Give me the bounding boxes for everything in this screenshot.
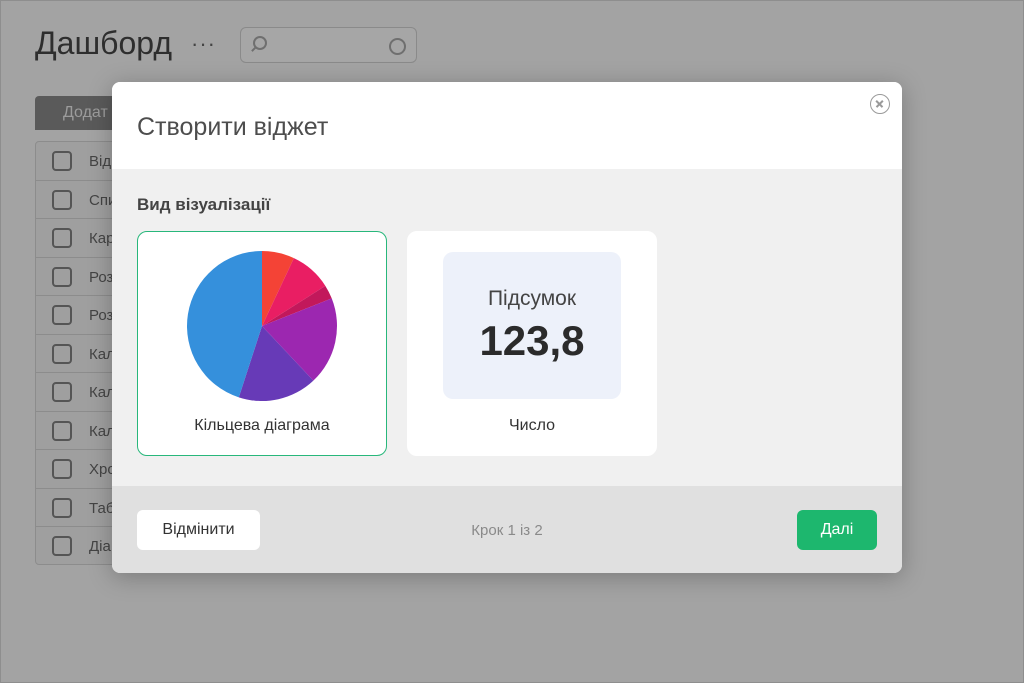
calendar-clock-icon [52,382,72,402]
bar-chart-icon [52,151,72,171]
dialog-body: Вид візуалізації Кільцева діаграма Підсу… [112,169,902,486]
option-label: Число [508,417,555,434]
schedule-clock-icon [52,266,72,287]
number-caption: Підсумок [487,287,577,310]
number-preview: Підсумок 123,8 [443,252,621,399]
number-value: 123,8 [479,317,585,364]
search-input[interactable] [240,27,417,63]
schedule-check-icon [52,305,72,325]
more-options-icon[interactable]: ··· [191,31,216,57]
table-icon [52,497,72,518]
next-button[interactable]: Далі [797,510,877,550]
pie-chart [186,251,337,401]
dialog-title: Створити віджет [137,113,329,141]
page-title: Дашборд [35,25,172,61]
list-icon [52,189,72,210]
visualization-option-pie[interactable]: Кільцева діаграма [137,231,387,456]
option-label: Кільцева діаграма [194,417,330,434]
create-widget-dialog: Створити віджет Вид візуалізації Кільцев… [112,82,902,573]
visualization-option-number[interactable]: Підсумок 123,8 Число [407,231,657,456]
diagram-icon [52,536,72,556]
calendar-check-icon [52,420,72,441]
step-indicator: Крок 1 із 2 [471,522,543,539]
close-icon[interactable] [870,94,890,114]
timeline-icon [52,459,72,479]
search-icon [253,36,267,50]
dialog-footer: Відмінити Крок 1 із 2 Далі [112,486,902,573]
filter-icon[interactable] [389,38,406,55]
section-label: Вид візуалізації [137,195,271,214]
grid-icon [52,228,72,248]
calendar-icon [52,343,72,364]
dialog-header: Створити віджет [112,82,902,169]
pie-chart-preview [186,250,338,402]
